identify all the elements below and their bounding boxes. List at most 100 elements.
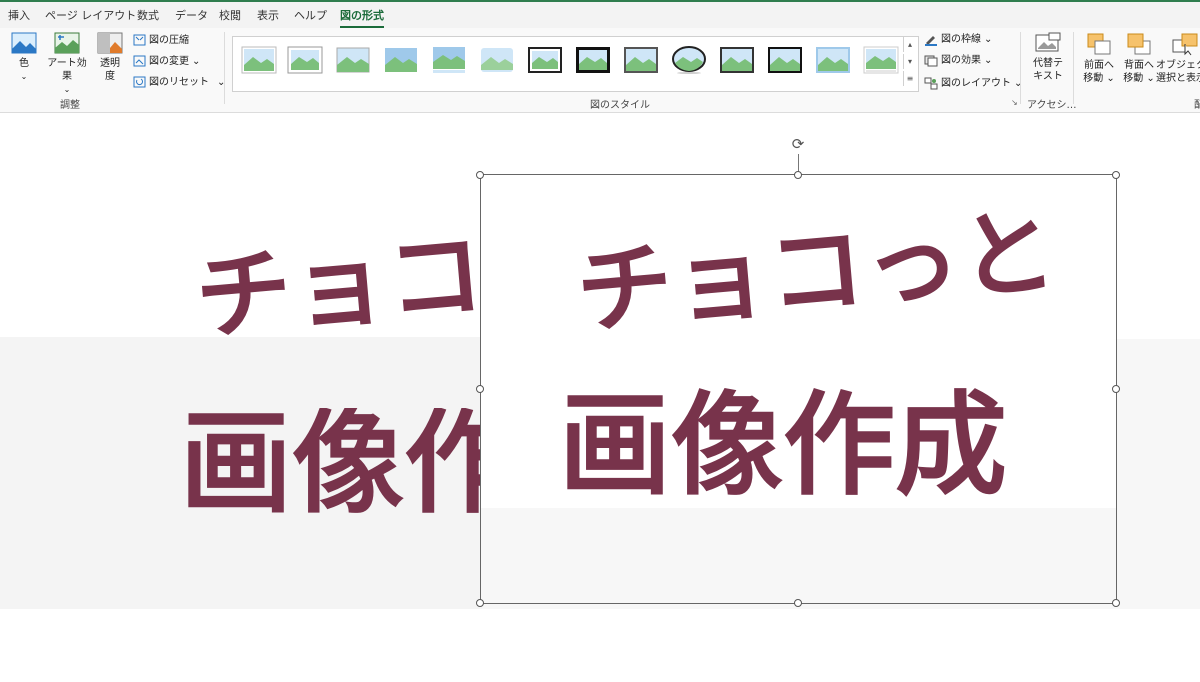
picture-layout-button[interactable]: 図のレイアウト ⌄: [924, 75, 1022, 93]
compress-pictures-button[interactable]: 図の圧縮: [133, 32, 189, 50]
picture-text-line1: チョコっと: [572, 195, 1061, 349]
send-backward-icon: [1127, 33, 1151, 55]
group-divider: [1020, 32, 1021, 104]
style-thumb-12[interactable]: [767, 46, 803, 74]
bring-forward-label-1: 前面へ: [1084, 60, 1114, 71]
arrange-group-label: 配: [1194, 100, 1200, 111]
tab-page-layout[interactable]: ページ レイアウト: [45, 7, 136, 23]
resize-handle-right[interactable]: [1112, 385, 1120, 393]
tab-data[interactable]: データ: [175, 7, 208, 23]
color-button[interactable]: 色 ⌄: [8, 32, 40, 83]
resize-handle-top-right[interactable]: [1112, 171, 1120, 179]
send-backward-label-1: 背面へ: [1124, 60, 1154, 71]
style-thumb-3[interactable]: [335, 46, 371, 74]
accessibility-group-label: アクセシ…: [1027, 100, 1077, 111]
chevron-down-icon: ⌄: [984, 34, 993, 45]
gallery-scroll-up[interactable]: ▴: [903, 37, 916, 52]
group-divider: [1073, 32, 1074, 104]
alt-text-icon: [1035, 32, 1061, 52]
style-thumb-1[interactable]: [241, 46, 277, 74]
picture-effects-button[interactable]: 図の効果 ⌄: [924, 52, 992, 70]
style-thumb-5[interactable]: [431, 46, 467, 74]
gallery-scroll-down[interactable]: ▾: [903, 54, 916, 69]
alt-text-button[interactable]: 代替テ キスト: [1030, 32, 1066, 83]
tab-review[interactable]: 校閲: [219, 7, 241, 23]
picture-bottom-band: [481, 508, 1116, 603]
resize-handle-top-left[interactable]: [476, 171, 484, 179]
picture-layout-label: 図のレイアウト: [941, 78, 1011, 89]
style-thumb-6[interactable]: [479, 46, 515, 74]
chevron-down-icon: ⌄: [1014, 78, 1023, 89]
art-effects-button[interactable]: アート効果 ⌄: [44, 32, 90, 96]
chevron-down-icon: ⌄: [20, 72, 28, 81]
alt-text-label-2: キスト: [1033, 71, 1063, 82]
resize-handle-top[interactable]: [794, 171, 802, 179]
change-picture-icon: [133, 55, 146, 67]
send-backward-button[interactable]: 背面へ 移動 ⌄: [1120, 32, 1158, 85]
rotate-handle-stem: [798, 154, 799, 172]
art-effects-label: アート効果: [47, 58, 87, 82]
change-picture-button[interactable]: 図の変更 ⌄: [133, 53, 200, 71]
transparency-button[interactable]: 透明 度: [96, 32, 124, 83]
picture-text-line2: 画像作成: [559, 381, 1007, 511]
resize-handle-bottom-left[interactable]: [476, 599, 484, 607]
tab-view[interactable]: 表示: [257, 7, 279, 23]
picture-styles-group-label: 図のスタイル: [590, 100, 650, 111]
resize-handle-bottom-right[interactable]: [1112, 599, 1120, 607]
style-thumb-10[interactable]: [671, 46, 707, 74]
transparency-label-2: 度: [105, 71, 115, 82]
picture-border-button[interactable]: 図の枠線 ⌄: [924, 31, 992, 49]
picture-layout-icon: [924, 77, 938, 89]
picture-effects-label: 図の効果: [941, 55, 981, 66]
compress-label: 図の圧縮: [149, 35, 189, 46]
chevron-down-icon: ⌄: [192, 56, 201, 67]
chevron-down-icon: ⌄: [63, 85, 71, 94]
bring-forward-label-2: 移動: [1083, 73, 1104, 84]
bring-forward-icon: [1087, 33, 1111, 55]
change-picture-label: 図の変更: [149, 56, 189, 67]
selection-pane-button[interactable]: オブジェクト 選択と表示: [1156, 32, 1200, 85]
chevron-down-icon: ⌄: [1143, 73, 1155, 84]
chevron-down-icon: ⌄: [984, 55, 993, 66]
background-text-line1: チョコっと: [192, 225, 490, 347]
picture-border-label: 図の枠線: [941, 34, 981, 45]
rotate-handle-icon[interactable]: ⟳: [789, 135, 807, 153]
selection-pane-icon: [1172, 33, 1198, 56]
style-thumb-2[interactable]: [287, 46, 323, 74]
compress-icon: [133, 34, 146, 46]
style-thumb-7[interactable]: [527, 46, 563, 74]
ribbon-tabs: 挿入 ページ レイアウト 数式 データ 校閲 表示 ヘルプ 図の形式: [0, 2, 1200, 28]
style-thumb-9[interactable]: [623, 46, 659, 74]
style-thumb-8[interactable]: [575, 46, 611, 74]
art-effects-icon: [54, 32, 80, 54]
pen-border-icon: [925, 35, 937, 46]
tab-formulas[interactable]: 数式: [137, 7, 159, 23]
transparency-icon: [97, 32, 123, 54]
resize-handle-bottom[interactable]: [794, 599, 802, 607]
chevron-down-icon: ⌄: [1103, 73, 1115, 84]
styles-dialog-launcher-icon[interactable]: ↘: [1011, 98, 1018, 107]
bring-forward-button[interactable]: 前面へ 移動 ⌄: [1080, 32, 1118, 85]
tab-insert[interactable]: 挿入: [8, 7, 30, 23]
picture-color-icon: [11, 32, 37, 54]
gallery-more-button[interactable]: ≡: [903, 71, 916, 86]
reset-picture-button[interactable]: 図のリセット ⌄: [133, 74, 225, 92]
reset-picture-icon: [133, 76, 146, 88]
ribbon: 色 ⌄ アート効果 ⌄ 透明 度 図の圧縮 図の変更 ⌄ 図のリセット ⌄ 調整…: [0, 28, 1200, 113]
background-text-line2: 画像作成: [180, 408, 482, 520]
alt-text-label-1: 代替テ: [1033, 58, 1063, 69]
style-thumb-11[interactable]: [719, 46, 755, 74]
style-thumb-13[interactable]: [815, 46, 851, 74]
style-thumb-14[interactable]: [863, 46, 899, 74]
transparency-label-1: 透明: [100, 58, 120, 69]
tab-help[interactable]: ヘルプ: [294, 7, 327, 23]
group-divider: [224, 32, 225, 104]
send-backward-label-2: 移動: [1123, 73, 1144, 84]
selected-picture[interactable]: チョコっと 画像作成: [481, 175, 1116, 603]
selection-pane-label-1: オブジェクト: [1156, 60, 1200, 71]
color-label: 色: [19, 58, 29, 69]
style-thumb-4[interactable]: [383, 46, 419, 74]
adjust-group-label: 調整: [60, 100, 80, 111]
resize-handle-left[interactable]: [476, 385, 484, 393]
tab-picture-format[interactable]: 図の形式: [340, 7, 384, 28]
